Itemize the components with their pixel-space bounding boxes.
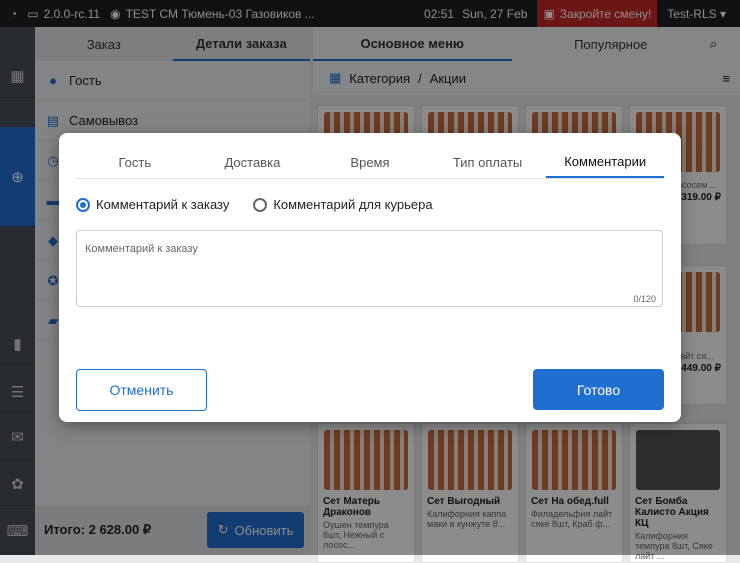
done-button[interactable]: Готово (533, 369, 664, 410)
radio-unselected-icon (253, 197, 268, 212)
comment-textarea[interactable]: Комментарий к заказу 0/120 (76, 230, 663, 307)
tab-guest[interactable]: Гость (76, 147, 194, 178)
radio-courier-comment[interactable]: Комментарий для курьера (253, 197, 433, 212)
tab-comments[interactable]: Комментарии (546, 147, 664, 178)
tab-time[interactable]: Время (311, 147, 429, 178)
cancel-button[interactable]: Отменить (76, 369, 207, 411)
radio-selected-icon (76, 197, 90, 212)
radio-courier-label: Комментарий для курьера (273, 197, 433, 212)
tab-delivery[interactable]: Доставка (194, 147, 312, 178)
radio-order-label: Комментарий к заказу (96, 197, 230, 212)
order-details-dialog: Гость Доставка Время Тип оплаты Коммента… (59, 133, 681, 422)
char-counter: 0/120 (633, 294, 656, 304)
radio-order-comment[interactable]: Комментарий к заказу (76, 197, 229, 212)
comment-placeholder: Комментарий к заказу (85, 243, 198, 255)
tab-payment-type[interactable]: Тип оплаты (429, 147, 547, 178)
